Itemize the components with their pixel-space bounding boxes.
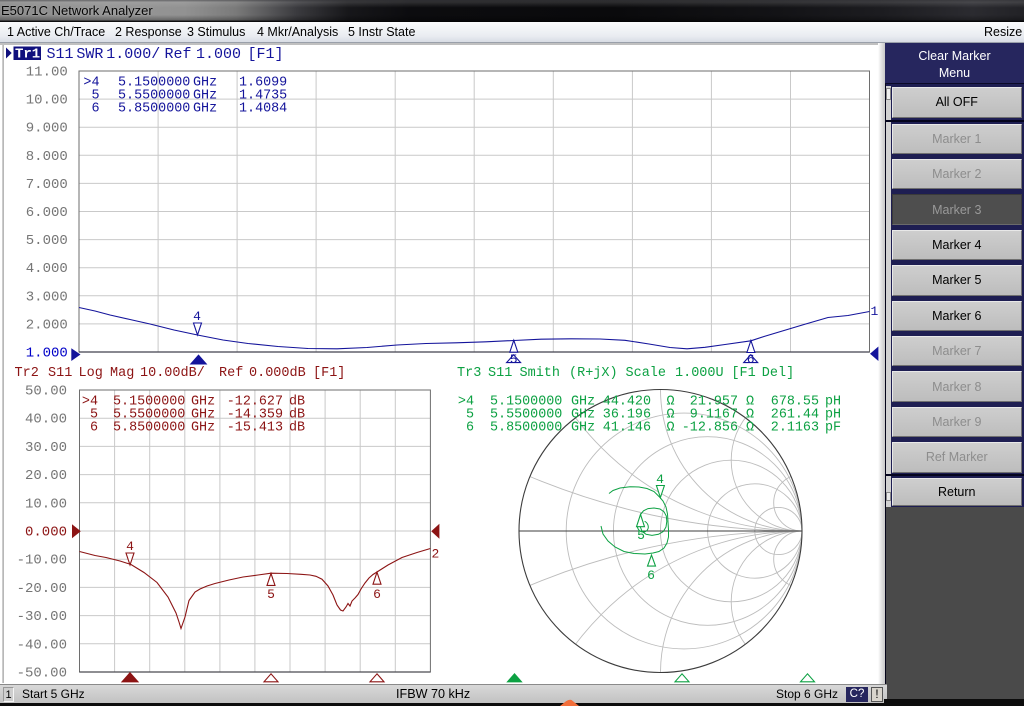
- svg-text:1.000/: 1.000/: [106, 46, 160, 63]
- svg-text:0.000: 0.000: [25, 525, 67, 541]
- svg-text:40.00: 40.00: [25, 412, 67, 428]
- svg-text:6: 6: [90, 420, 98, 435]
- svg-text:Ref: Ref: [165, 46, 192, 63]
- svg-text:6.000: 6.000: [26, 205, 68, 221]
- svg-text:S11: S11: [47, 46, 74, 63]
- svg-text:[F1]: [F1]: [248, 46, 284, 63]
- svg-text:Smith: Smith: [520, 366, 561, 381]
- svg-text:-30.00: -30.00: [17, 609, 67, 625]
- svg-text:3.000: 3.000: [26, 289, 68, 305]
- svg-text:S11: S11: [488, 366, 512, 381]
- svg-text:Tr2: Tr2: [15, 366, 39, 381]
- svg-text:5: 5: [267, 587, 275, 602]
- svg-text:[F1]: [F1]: [313, 366, 345, 381]
- svg-text:pF: pF: [825, 420, 841, 435]
- svg-text:6: 6: [91, 102, 99, 117]
- svg-text:10.00dB/: 10.00dB/: [140, 366, 205, 381]
- svg-text:0.000dB: 0.000dB: [249, 366, 306, 381]
- svg-text:1.000: 1.000: [196, 46, 241, 63]
- svg-text:-10.00: -10.00: [17, 553, 67, 569]
- svg-text:-20.00: -20.00: [17, 581, 67, 597]
- svg-text:[F1: [F1: [731, 366, 755, 381]
- svg-text:6: 6: [647, 568, 655, 583]
- svg-text:Ω: Ω: [746, 420, 754, 435]
- svg-text:1.000: 1.000: [26, 346, 68, 362]
- svg-text:GHz: GHz: [191, 420, 215, 435]
- svg-text:-40.00: -40.00: [17, 637, 67, 653]
- svg-text:4.000: 4.000: [26, 261, 68, 277]
- svg-text:Scale: Scale: [626, 366, 667, 381]
- svg-text:2: 2: [432, 547, 440, 562]
- svg-text:5.8500000: 5.8500000: [118, 102, 190, 117]
- svg-text:41.146: 41.146: [603, 420, 651, 435]
- svg-text:11.00: 11.00: [26, 65, 68, 81]
- svg-text:6: 6: [747, 352, 755, 367]
- svg-text:9.000: 9.000: [26, 121, 68, 137]
- svg-text:Log: Log: [79, 366, 103, 381]
- svg-text:5.8500000: 5.8500000: [113, 420, 185, 435]
- svg-text:S11: S11: [48, 366, 72, 381]
- svg-text:-15.413: -15.413: [227, 420, 283, 435]
- svg-text:20.00: 20.00: [25, 468, 67, 484]
- svg-text:5: 5: [637, 528, 645, 543]
- svg-text:50.00: 50.00: [25, 384, 67, 400]
- svg-text:dB: dB: [289, 420, 305, 435]
- svg-text:6: 6: [466, 420, 474, 435]
- svg-text:-50.00: -50.00: [17, 666, 67, 682]
- svg-text:4: 4: [656, 472, 664, 487]
- svg-text:6: 6: [373, 587, 381, 602]
- svg-text:5.8500000: 5.8500000: [490, 420, 562, 435]
- svg-text:8.000: 8.000: [26, 149, 68, 165]
- svg-text:Ω: Ω: [667, 420, 675, 435]
- svg-text:2.000: 2.000: [26, 317, 68, 333]
- svg-text:5: 5: [510, 352, 518, 367]
- svg-text:Ref: Ref: [219, 366, 243, 381]
- svg-text:1.4084: 1.4084: [239, 102, 287, 117]
- svg-text:10.00: 10.00: [26, 93, 68, 109]
- svg-text:4: 4: [126, 539, 134, 554]
- svg-text:GHz: GHz: [193, 102, 217, 117]
- svg-text:SWR: SWR: [76, 46, 103, 63]
- svg-text:5.000: 5.000: [26, 233, 68, 249]
- svg-text:GHz: GHz: [571, 420, 595, 435]
- svg-text:Tr3: Tr3: [457, 366, 481, 381]
- svg-text:10.00: 10.00: [25, 496, 67, 512]
- svg-text:Mag: Mag: [110, 366, 134, 381]
- svg-text:-12.856: -12.856: [682, 420, 738, 435]
- svg-text:Tr1: Tr1: [15, 47, 40, 63]
- svg-text:30.00: 30.00: [25, 440, 67, 456]
- svg-text:2.1163: 2.1163: [771, 420, 819, 435]
- svg-text:(R+jX): (R+jX): [569, 366, 618, 381]
- svg-text:1.000U: 1.000U: [675, 366, 724, 381]
- svg-text:7.000: 7.000: [26, 177, 68, 193]
- svg-text:4: 4: [193, 309, 201, 324]
- svg-text:Del]: Del]: [762, 366, 794, 381]
